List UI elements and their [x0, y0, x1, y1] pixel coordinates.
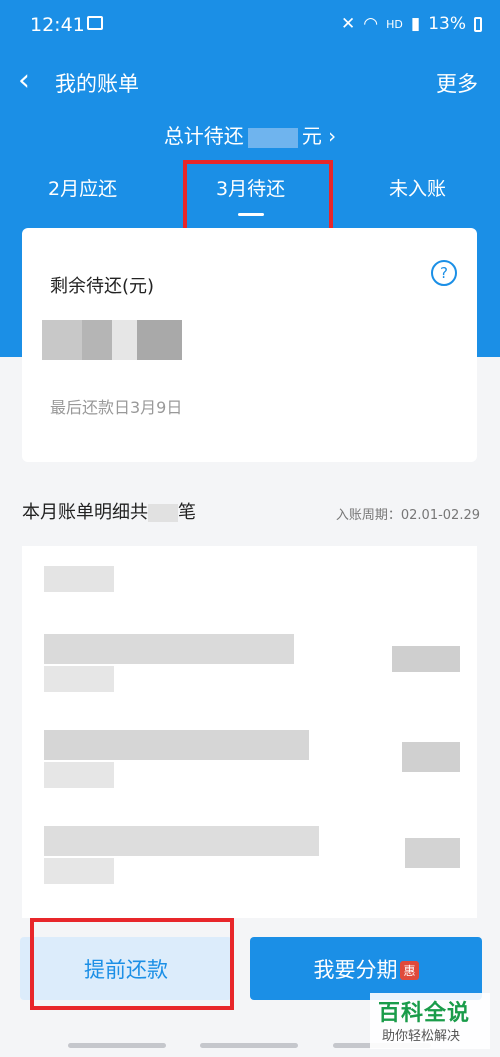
nav-gesture-bar [200, 1043, 298, 1048]
highlight-box-prepay [30, 918, 234, 1010]
nav-gesture-bar [68, 1043, 166, 1048]
total-suffix: 元 › [301, 124, 337, 148]
wifi-icon: ◠ [363, 14, 379, 34]
watermark-sub: 助你轻松解决 [382, 1029, 461, 1044]
battery-percent: 13% [428, 14, 466, 34]
billing-period: 入账周期：02.01-02.29 [335, 508, 480, 523]
status-time: 12:41 [30, 14, 85, 36]
help-icon[interactable]: ? [431, 260, 457, 286]
status-bar: 12:41 ✕ ◠ HD ▮ 13% [0, 0, 500, 52]
battery-icon [474, 16, 482, 32]
highlight-box-tab [183, 160, 333, 232]
detail-title-prefix: 本月账单明细共 [22, 502, 148, 523]
gallery-icon [87, 16, 103, 30]
back-icon[interactable]: ‹ [18, 66, 48, 96]
remaining-card: 剩余待还(元) ? 最后还款日3月9日 [22, 228, 477, 462]
remaining-label: 剩余待还(元) [50, 276, 155, 297]
total-amount-blurred [247, 127, 298, 148]
nav-bar: ‹ 我的账单 更多 [0, 52, 500, 112]
detail-title: 本月账单明细共 笔 [22, 498, 196, 524]
due-date: 最后还款日3月9日 [50, 398, 183, 417]
installment-button[interactable]: 我要分期惠 [250, 937, 482, 1000]
page-title: 我的账单 [55, 72, 139, 96]
list-header-blurred [44, 566, 114, 592]
tab-unposted[interactable]: 未入账 [389, 174, 446, 201]
installment-label: 我要分期 [313, 957, 398, 982]
total-pending[interactable]: 总计待还 元 › [0, 120, 500, 149]
mute-icon: ✕ [341, 14, 356, 34]
watermark-main: 百科全说 [378, 1001, 471, 1026]
watermark-logo: 百科全说 助你轻松解决 [370, 993, 490, 1049]
network-label: HD [386, 17, 403, 31]
signal-icon: ▮ [410, 14, 421, 34]
more-button[interactable]: 更多 [436, 68, 478, 98]
tab-feb-due[interactable]: 2月应还 [48, 174, 117, 201]
detail-title-suffix: 笔 [178, 502, 196, 523]
discount-badge: 惠 [400, 961, 419, 980]
detail-count-blurred [148, 504, 178, 522]
status-right: ✕ ◠ HD ▮ 13% [341, 14, 482, 34]
total-prefix: 总计待还 [163, 124, 244, 148]
transaction-list [22, 546, 477, 918]
